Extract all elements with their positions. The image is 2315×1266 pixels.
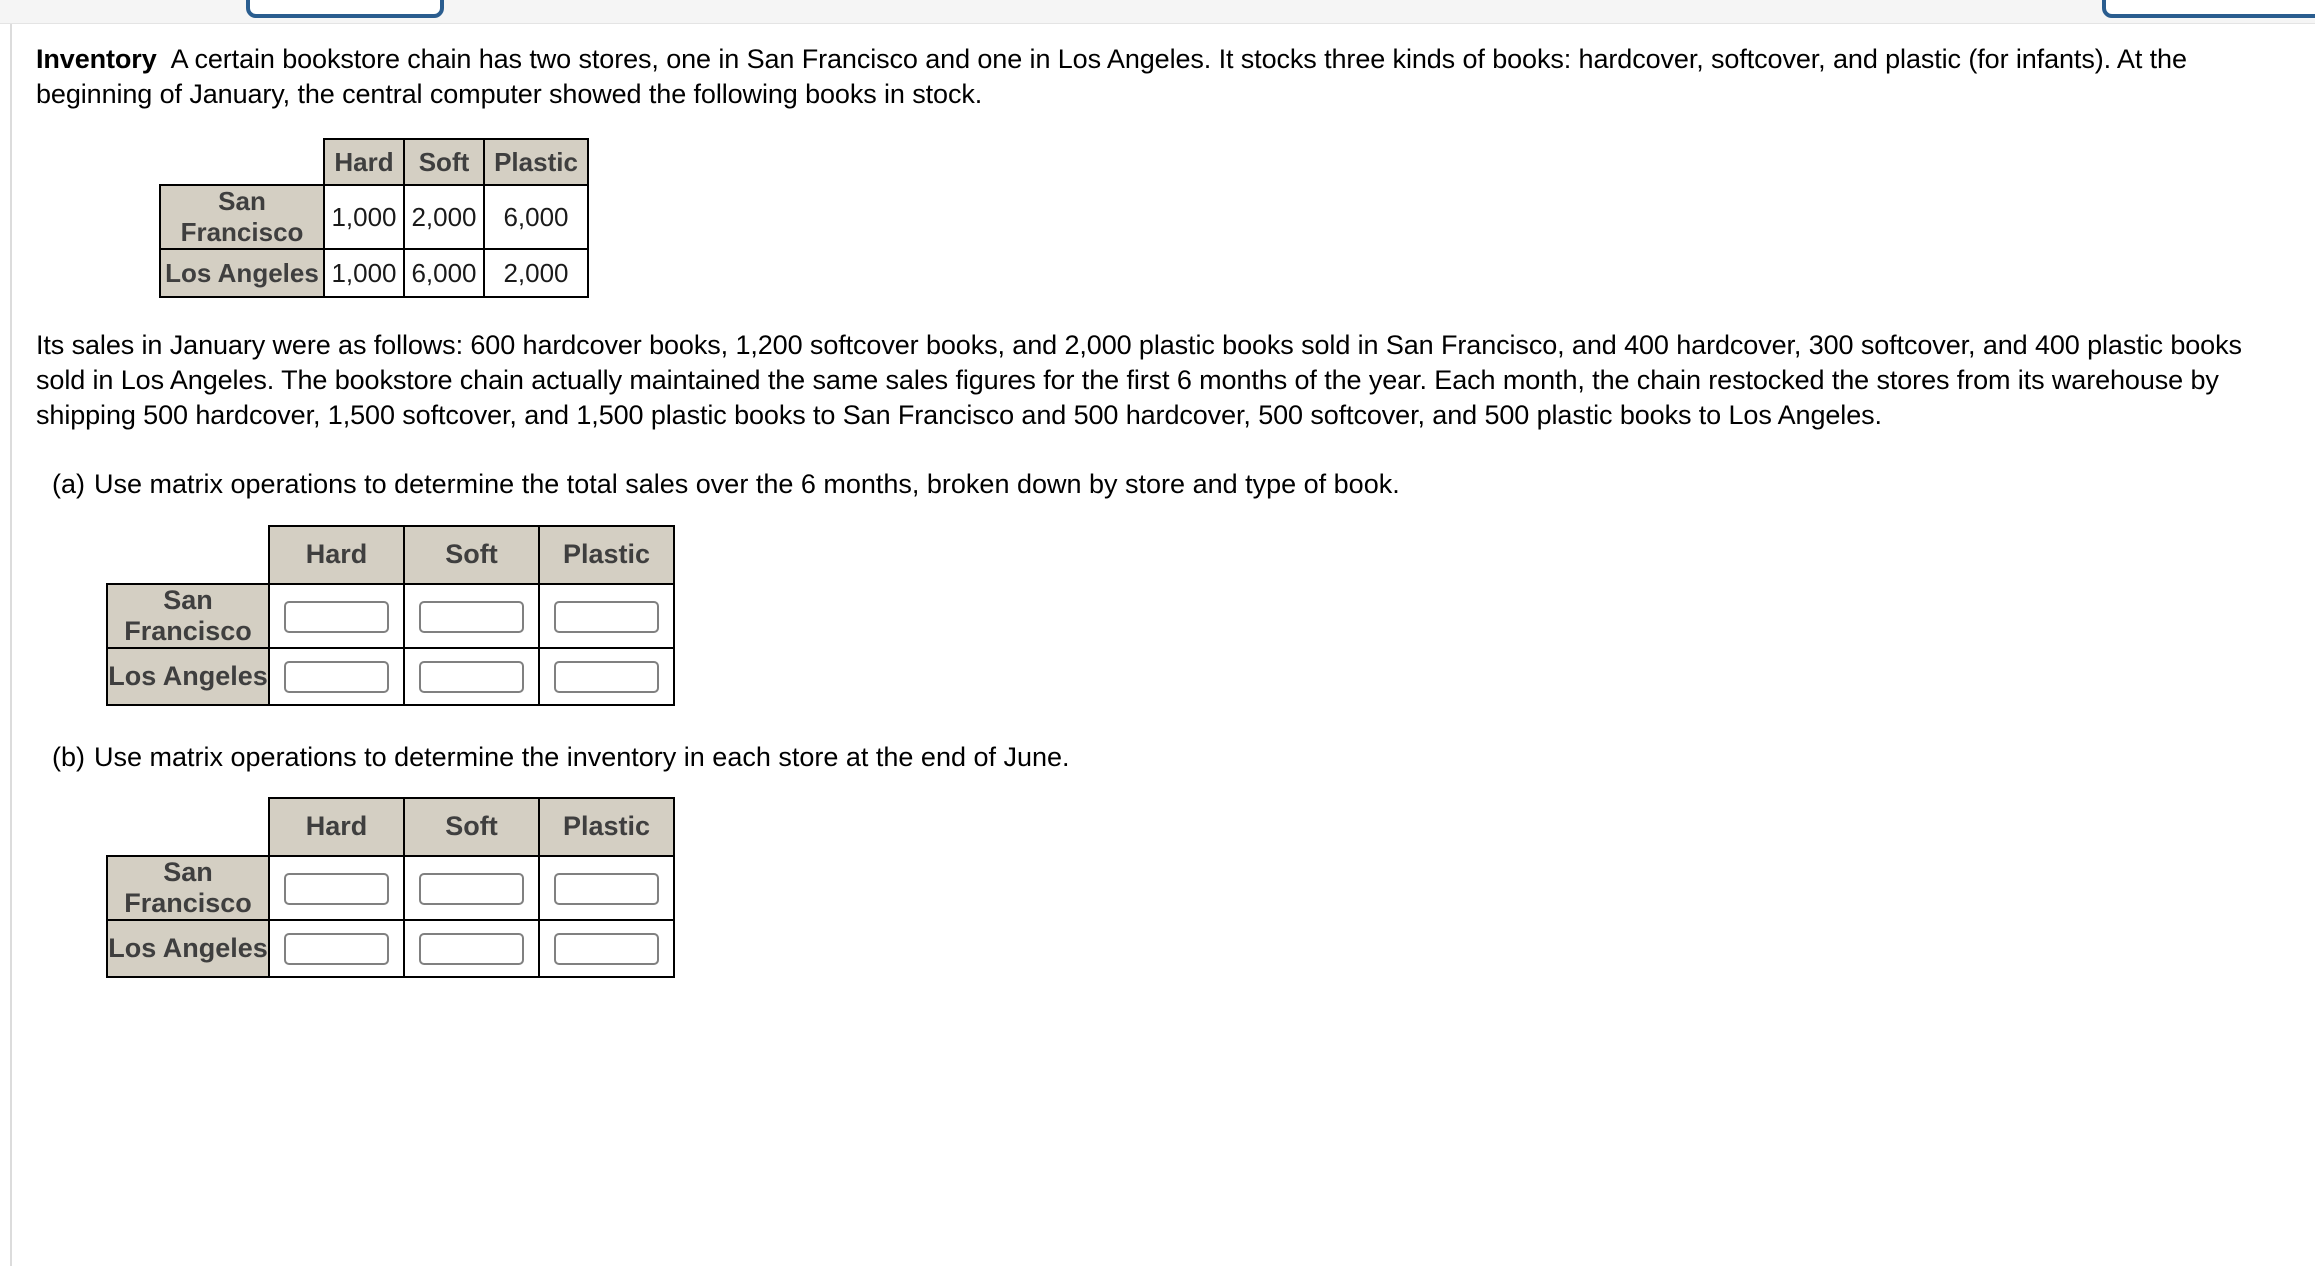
stock-sf-plastic: 6,000	[483, 184, 589, 251]
part-a-sf-hard-input[interactable]	[284, 600, 389, 633]
part-a-la-plastic-cell	[538, 646, 675, 706]
problem-sales-paragraph: Its sales in January were as follows: 60…	[36, 330, 2242, 431]
part-a-answer-table: Hard Soft Plastic San Francisco Los Ange…	[106, 524, 675, 706]
table-row: Los Angeles	[106, 646, 675, 706]
part-b-sf-soft-input[interactable]	[419, 872, 524, 905]
table-corner-cell	[107, 798, 269, 856]
problem-intro-text: A certain bookstore chain has two stores…	[36, 44, 2187, 110]
part-b-sf-plastic-cell	[538, 854, 675, 921]
part-a-sf-soft-cell	[403, 582, 540, 649]
column-header-soft: Soft	[403, 524, 540, 585]
problem-intro-paragraph: Inventory A certain bookstore chain has t…	[36, 42, 2293, 112]
problem-content: Inventory A certain bookstore chain has t…	[10, 24, 2315, 1266]
part-b-la-hard-cell	[268, 918, 405, 978]
top-partial-button-right[interactable]	[2102, 0, 2315, 18]
stock-la-plastic: 2,000	[483, 248, 589, 299]
part-b-la-plastic-cell	[538, 918, 675, 978]
column-header-plastic: Plastic	[538, 796, 675, 857]
problem-page: Inventory A certain bookstore chain has t…	[0, 0, 2315, 1266]
part-a-question: (a) Use matrix operations to determine t…	[36, 467, 2293, 502]
part-b-question: (b) Use matrix operations to determine t…	[36, 740, 2293, 775]
part-a-la-soft-cell	[403, 646, 540, 706]
part-b-answer-table: Hard Soft Plastic San Francisco Los Ange…	[106, 796, 675, 978]
table-header-row: Hard Soft Plastic	[107, 524, 675, 585]
table-row: Los Angeles	[106, 918, 675, 978]
part-b-sf-soft-cell	[403, 854, 540, 921]
row-label-los-angeles: Los Angeles	[106, 646, 270, 706]
top-partial-button-left[interactable]	[246, 0, 444, 18]
table-header-row: Hard Soft Plastic	[107, 796, 675, 857]
part-a-label: (a)	[52, 469, 85, 500]
part-a-sf-plastic-input[interactable]	[554, 600, 659, 633]
part-b-label: (b)	[52, 741, 85, 772]
row-label-los-angeles: Los Angeles	[106, 918, 270, 978]
part-b-sf-hard-cell	[268, 854, 405, 921]
part-a-sf-hard-cell	[268, 582, 405, 649]
column-header-hard: Hard	[268, 796, 405, 857]
part-a-sf-soft-input[interactable]	[419, 600, 524, 633]
part-b-sf-plastic-input[interactable]	[554, 872, 659, 905]
top-toolbar-strip	[0, 0, 2315, 24]
stock-la-hard: 1,000	[323, 248, 405, 299]
part-b-sf-hard-input[interactable]	[284, 872, 389, 905]
table-row: San Francisco	[106, 854, 675, 921]
table-row: San Francisco 1,000 2,000 6,000	[159, 184, 589, 251]
inventory-stock-table: Hard Soft Plastic San Francisco 1,000 2,…	[159, 138, 589, 299]
part-a-la-soft-input[interactable]	[419, 661, 524, 694]
part-a-la-plastic-input[interactable]	[554, 661, 659, 694]
column-header-soft: Soft	[403, 796, 540, 857]
part-a-sf-plastic-cell	[538, 582, 675, 649]
column-header-hard: Hard	[268, 524, 405, 585]
part-b-la-soft-cell	[403, 918, 540, 978]
table-corner-cell	[107, 526, 269, 584]
part-b-text: Use matrix operations to determine the i…	[94, 741, 1070, 772]
stock-sf-soft: 2,000	[403, 184, 485, 251]
part-a-la-hard-cell	[268, 646, 405, 706]
row-label-los-angeles: Los Angeles	[159, 248, 325, 299]
column-header-plastic: Plastic	[538, 524, 675, 585]
row-label-san-francisco: San Francisco	[159, 184, 325, 251]
part-b-la-soft-input[interactable]	[419, 933, 524, 966]
row-label-san-francisco: San Francisco	[106, 854, 270, 921]
stock-la-soft: 6,000	[403, 248, 485, 299]
stock-sf-hard: 1,000	[323, 184, 405, 251]
part-b-la-hard-input[interactable]	[284, 933, 389, 966]
table-row: Los Angeles 1,000 6,000 2,000	[159, 248, 589, 299]
column-header-soft: Soft	[403, 138, 485, 187]
row-label-san-francisco: San Francisco	[106, 582, 270, 649]
part-b-la-plastic-input[interactable]	[554, 933, 659, 966]
column-header-hard: Hard	[323, 138, 405, 187]
part-a-la-hard-input[interactable]	[284, 661, 389, 694]
column-header-plastic: Plastic	[483, 138, 589, 187]
table-header-row: Hard Soft Plastic	[160, 138, 589, 187]
problem-lead-label: Inventory	[36, 44, 157, 74]
table-row: San Francisco	[106, 582, 675, 649]
part-a-text: Use matrix operations to determine the t…	[94, 469, 1400, 500]
table-corner-cell	[160, 139, 324, 185]
